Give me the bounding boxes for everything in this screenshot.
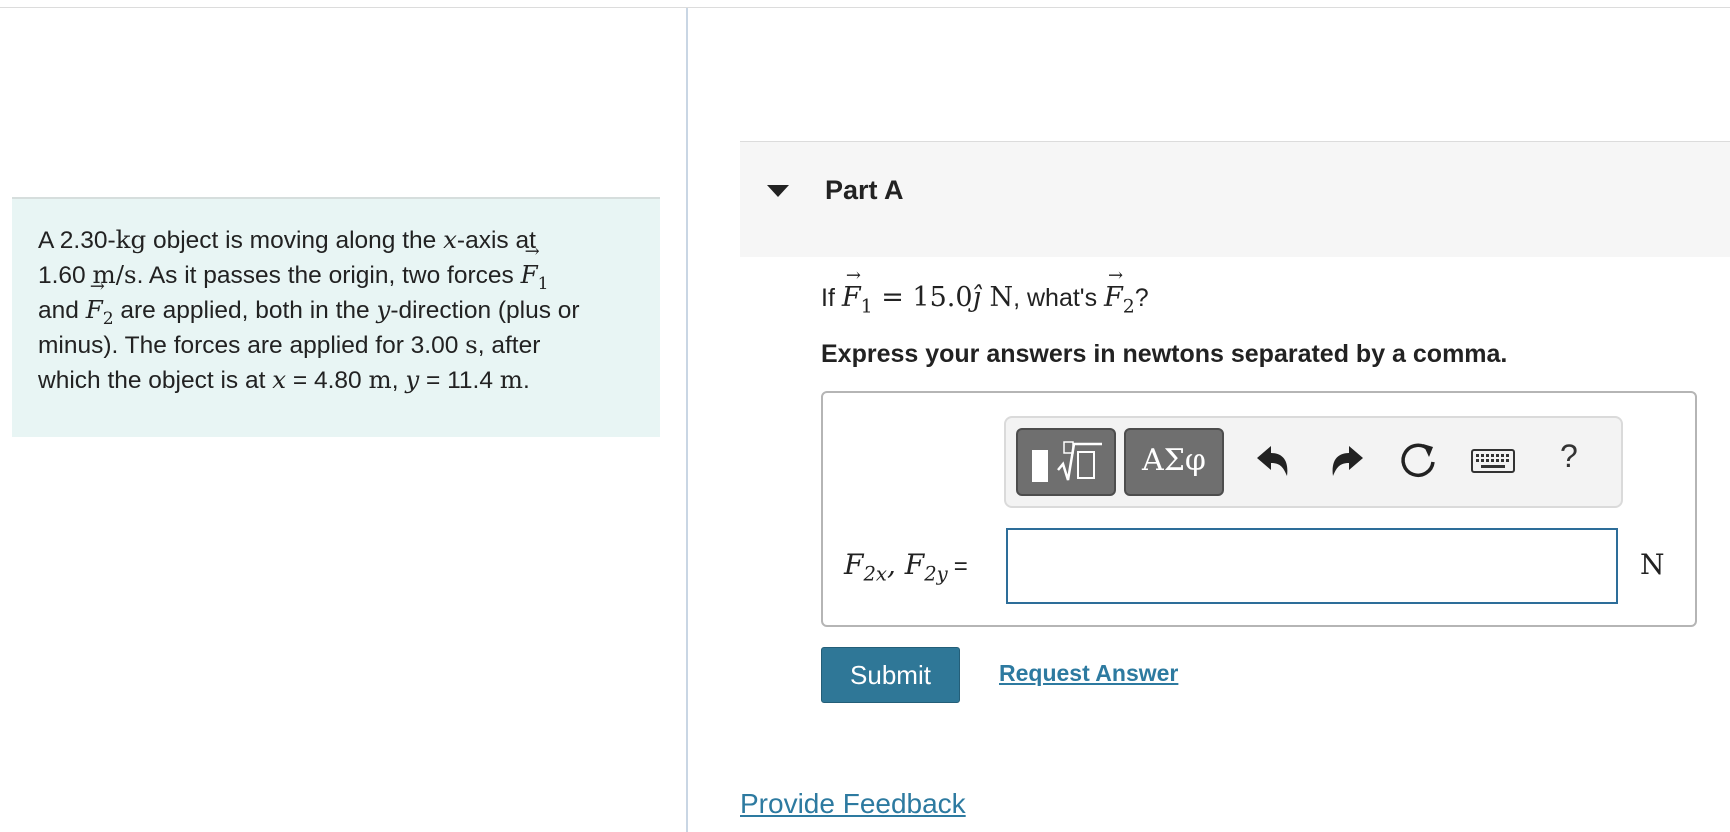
answer-label: F2x, F2y =: [844, 548, 968, 586]
templates-button[interactable]: [1016, 428, 1116, 496]
answer-box: ΑΣφ ? F2x, F2y = N: [821, 391, 1697, 627]
part-title: Part A: [825, 175, 904, 205]
submit-button[interactable]: Submit: [821, 647, 960, 703]
unit-label: N: [1640, 548, 1665, 581]
redo-icon[interactable]: [1321, 436, 1371, 486]
undo-icon[interactable]: [1249, 436, 1299, 486]
problem-statement: A 2.30-kg object is moving along the x-a…: [12, 197, 660, 437]
collapse-caret-icon[interactable]: [767, 185, 789, 197]
question-text: If → F1 = 15.0ĵ N, what's → F2?: [821, 265, 1149, 318]
request-answer-link[interactable]: Request Answer: [999, 660, 1178, 687]
column-divider: [686, 8, 688, 832]
help-icon[interactable]: ?: [1560, 438, 1578, 475]
greek-letters-button[interactable]: ΑΣφ: [1124, 428, 1224, 496]
part-a-header[interactable]: Part A: [740, 141, 1730, 257]
provide-feedback-link[interactable]: Provide Feedback: [740, 788, 966, 820]
math-toolbar: ΑΣφ ?: [1004, 416, 1623, 508]
force-f1-symbol: → F1: [520, 241, 549, 294]
answer-input[interactable]: [1006, 528, 1618, 604]
problem-text: A 2.30-kg object is moving along the x-a…: [38, 225, 580, 394]
keyboard-icon[interactable]: [1467, 436, 1521, 486]
answer-instruction: Express your answers in newtons separate…: [821, 340, 1508, 368]
force-f2-symbol: → F2: [85, 276, 114, 329]
templates-icon: [1032, 441, 1102, 482]
top-divider: [0, 7, 1730, 8]
reset-icon[interactable]: [1393, 436, 1443, 486]
